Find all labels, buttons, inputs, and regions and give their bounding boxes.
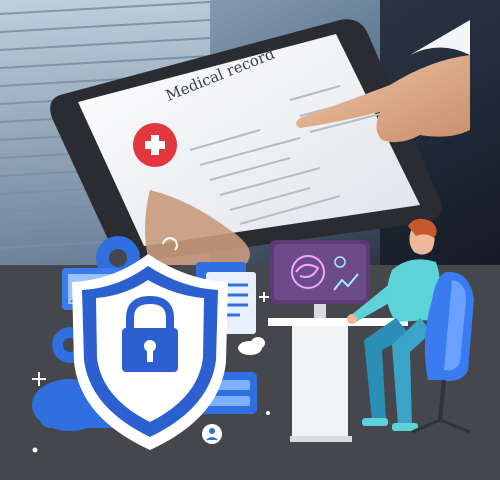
- user-icon: [202, 424, 222, 444]
- small-cloud-icon: [238, 337, 265, 355]
- brain-monitor-icon: [270, 240, 370, 318]
- security-illustration: [32, 218, 474, 453]
- sync-icon: [162, 237, 178, 251]
